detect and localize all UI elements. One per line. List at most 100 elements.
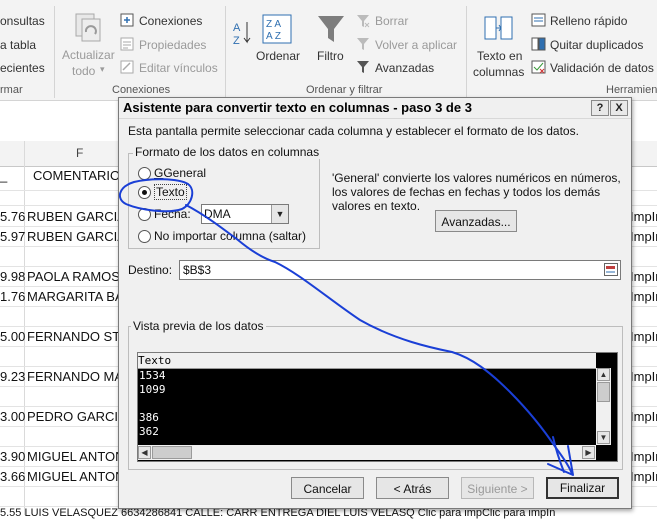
cell-num[interactable]: 5.00 [0,329,25,344]
cell-name[interactable]: MIGUEL ANTON [27,449,125,464]
chevron-down-icon[interactable]: ▾ [100,64,105,75]
text-to-columns-sublabel[interactable]: columnas [473,65,524,79]
cell-right[interactable]: ImpIn [630,409,657,424]
cell-right[interactable]: ImpIn [630,329,657,344]
properties-button[interactable]: Propiedades [139,38,206,52]
sort-button[interactable]: Ordenar [256,49,300,63]
cell-num[interactable]: 3.00 [0,409,25,424]
properties-icon [120,37,134,51]
cancel-button[interactable]: Cancelar [291,477,364,499]
text-to-columns-icon[interactable] [484,13,514,45]
general-radio[interactable] [138,167,151,180]
cell-right[interactable]: ImpIn [630,369,657,384]
svg-text:A: A [233,22,241,34]
back-button[interactable]: < Atrás [376,477,449,499]
scroll-left-icon[interactable]: ◀ [138,446,151,459]
texto-radio[interactable] [138,186,151,199]
range-picker-icon[interactable] [604,263,618,276]
close-button[interactable]: X [610,100,628,116]
filter-button[interactable]: Filtro [317,49,344,63]
cell-name[interactable]: FERNANDO STO [27,329,130,344]
data-preview[interactable]: Texto 1534 1099 386 362 ▲ ▼ ◀ ▶ [137,352,618,462]
sort-az-icon[interactable]: A Z [233,18,253,58]
scroll-up-icon[interactable]: ▲ [597,368,610,381]
preview-row: 362 [139,425,159,438]
fecha-radio[interactable] [138,208,151,221]
header-cell-comentario[interactable]: COMENTARIO [33,168,120,183]
cell-num[interactable]: 3.66 [0,469,25,484]
remove-duplicates-button[interactable]: Quitar duplicados [550,38,643,52]
filter-icon[interactable] [317,14,345,44]
refresh-all-button[interactable]: Actualizar [62,48,115,62]
edit-links-button[interactable]: Editar vínculos [139,61,218,75]
date-format-value: DMA [204,207,231,221]
cell-name[interactable]: RUBEN GARCIA [27,229,126,244]
ribbon-left-item-1[interactable]: onsultas [0,14,45,28]
cell-right[interactable]: ImpIn [630,229,657,244]
reapply-icon [357,38,369,50]
preview-row: 1099 [139,383,166,396]
cell-right[interactable]: ImpIn [630,449,657,464]
scroll-thumb[interactable] [152,446,192,459]
ribbon-separator [466,6,467,98]
skip-column-label[interactable]: No importar columna (saltar) [154,229,306,243]
cell-num[interactable]: 9.98 [0,269,25,284]
cell-num[interactable]: 1.76 [0,289,25,304]
ribbon-left-item-3[interactable]: ecientes [0,61,45,75]
cell-name[interactable]: PAOLA RAMOS [27,269,120,284]
clear-filter-button[interactable]: Borrar [375,14,408,28]
cell-right[interactable]: ImpIn [630,289,657,304]
fecha-label[interactable]: Fecha: [154,207,191,221]
scroll-right-icon[interactable]: ▶ [582,446,595,459]
refresh-all-icon [75,13,101,42]
edit-links-icon [120,60,134,74]
refresh-all-sublabel[interactable]: todo [72,64,95,78]
text-to-columns-button[interactable]: Texto en [477,49,522,63]
help-button[interactable]: ? [591,100,609,116]
cell-right[interactable]: ImpIn [630,269,657,284]
data-validation-button[interactable]: Validación de datos [550,61,654,75]
advanced-filter-button[interactable]: Avanzadas [375,61,434,75]
general-label[interactable]: GGeneral [154,166,206,180]
scroll-down-icon[interactable]: ▼ [597,431,610,444]
cell-name[interactable]: PEDRO GARCIA [27,409,127,424]
svg-text:Z: Z [233,35,240,47]
advanced-button[interactable]: Avanzadas... [435,210,517,232]
cell-name[interactable]: MIGUEL ANTON [27,469,125,484]
data-validation-icon [531,60,546,74]
svg-text:Z A: Z A [266,19,281,30]
connections-button[interactable]: Conexiones [139,14,202,28]
cell-num[interactable]: 3.90 [0,449,25,464]
reapply-button[interactable]: Volver a aplicar [375,38,457,52]
general-description-3: valores en texto. [332,199,421,213]
cell-num[interactable]: 9.23 [0,369,25,384]
scroll-thumb[interactable] [597,382,610,402]
texto-label[interactable]: Texto [154,184,187,200]
preview-row: 1534 [139,369,166,382]
preview-column-header[interactable]: Texto [138,353,596,369]
ribbon-left-item-2[interactable]: a tabla [0,38,36,52]
sort-dialog-icon[interactable]: Z A A Z [262,14,292,44]
next-button[interactable]: Siguiente > [461,477,534,499]
chevron-down-icon[interactable]: ▼ [271,205,288,223]
cell-num[interactable]: 5.76 [0,209,25,224]
advanced-filter-icon [357,61,369,73]
header-cell-left[interactable]: _ [0,168,7,183]
cell-name[interactable]: RUBEN GARCIA [27,209,126,224]
dialog-titlebar[interactable]: Asistente para convertir texto en column… [119,98,631,119]
cell-name[interactable]: MARGARITA BA [27,289,124,304]
remove-duplicates-icon [531,37,546,51]
cell-right[interactable]: ImpIn [630,209,657,224]
flash-fill-button[interactable]: Relleno rápido [550,14,627,28]
destination-input[interactable]: $B$3 [179,260,621,280]
finish-button[interactable]: Finalizar [546,477,619,499]
cell-num[interactable]: 5.97 [0,229,25,244]
general-description-1: 'General' convierte los valores numérico… [332,171,621,185]
skip-column-radio[interactable] [138,230,151,243]
cell-right[interactable]: ImpIn [630,469,657,484]
column-letter-f[interactable]: F [76,146,83,160]
preview-horizontal-scrollbar[interactable]: ◀ ▶ [138,445,596,460]
date-format-select[interactable]: DMA ▼ [201,204,289,224]
preview-vertical-scrollbar[interactable]: ▲ ▼ [596,368,611,445]
cell-name[interactable]: FERNANDO MA [27,369,123,384]
